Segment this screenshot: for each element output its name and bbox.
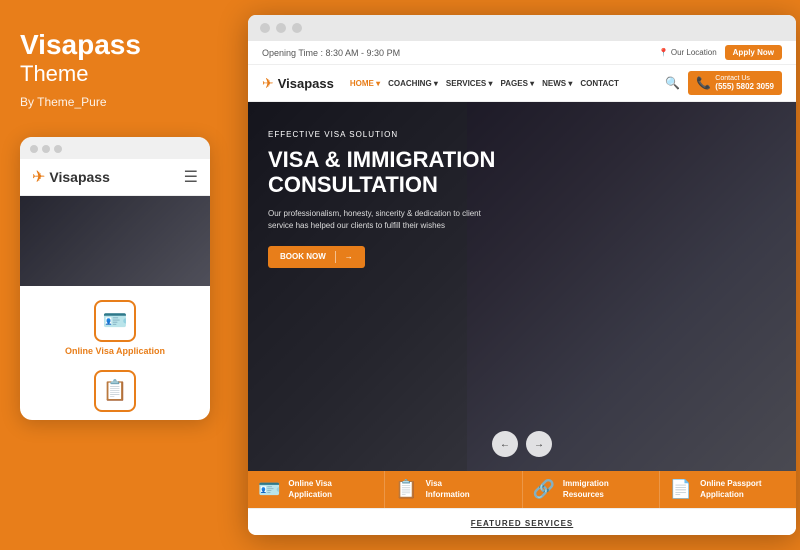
nav-links: HOME ▾ COACHING ▾ SERVICES ▾ PAGES ▾ NEW… bbox=[350, 79, 666, 88]
browser-dot-1 bbox=[260, 23, 270, 33]
mobile-hero-overlay bbox=[20, 196, 210, 286]
dot-2 bbox=[42, 145, 50, 153]
browser-window: Opening Time : 8:30 AM - 9:30 PM 📍 Our L… bbox=[248, 15, 796, 535]
slider-prev-button[interactable]: ← bbox=[492, 431, 518, 457]
brand-title: Visapass bbox=[20, 30, 141, 61]
feature-item-visa-application[interactable]: 🪪 Online VisaApplication bbox=[248, 471, 385, 508]
book-now-button[interactable]: BOOK NOW → bbox=[268, 246, 365, 268]
featured-services-label: FEATURED SERVICES bbox=[471, 519, 574, 528]
btn-divider bbox=[335, 251, 336, 263]
browser-chrome-bar bbox=[248, 15, 796, 41]
nav-link-contact[interactable]: CONTACT bbox=[580, 79, 619, 88]
mobile-window-dots bbox=[20, 137, 210, 159]
mobile-logo-icon: ✈ bbox=[32, 167, 45, 187]
feature-item-passport[interactable]: 📄 Online PassportApplication bbox=[660, 471, 796, 508]
feature-visa-application-text: Online VisaApplication bbox=[288, 479, 332, 500]
visa-application-icon: 🪪 bbox=[258, 479, 280, 500]
nav-logo[interactable]: ✈ Visapass bbox=[262, 75, 334, 92]
hamburger-icon[interactable]: ☰ bbox=[184, 167, 198, 187]
apply-now-button[interactable]: Apply Now bbox=[725, 45, 782, 60]
nav-logo-text: Visapass bbox=[278, 76, 334, 91]
mobile-preview: ✈ Visapass ☰ 🪪 Online Visa Application 📋 bbox=[20, 137, 210, 420]
top-bar-left: Opening Time : 8:30 AM - 9:30 PM bbox=[262, 48, 400, 58]
slider-next-button[interactable]: → bbox=[526, 431, 552, 457]
feature-item-visa-info[interactable]: 📋 VisaInformation bbox=[385, 471, 522, 508]
nav-link-news[interactable]: NEWS ▾ bbox=[542, 79, 572, 88]
feature-bar: 🪪 Online VisaApplication 📋 VisaInformati… bbox=[248, 471, 796, 508]
hero-description: Our professionalism, honesty, sincerity … bbox=[268, 208, 498, 232]
mobile-logo-text: Visapass bbox=[49, 169, 109, 185]
dot-1 bbox=[30, 145, 38, 153]
mobile-list-icon: 📋 bbox=[94, 370, 136, 412]
nav-link-home[interactable]: HOME ▾ bbox=[350, 79, 380, 88]
mobile-logo: ✈ Visapass bbox=[32, 167, 110, 187]
book-arrow-icon: → bbox=[345, 252, 353, 261]
hero-section: EFFECTIVE VISA SOLUTION VISA & IMMIGRATI… bbox=[248, 102, 796, 471]
feature-immigration-text: ImmigrationResources bbox=[563, 479, 609, 500]
mobile-visa-label: Online Visa Application bbox=[65, 346, 165, 356]
browser-dot-3 bbox=[292, 23, 302, 33]
featured-services-bar: FEATURED SERVICES bbox=[248, 508, 796, 535]
nav-logo-plane-icon: ✈ bbox=[262, 75, 274, 92]
mobile-visa-icon: 🪪 bbox=[94, 300, 136, 342]
visa-info-icon: 📋 bbox=[395, 479, 417, 500]
nav-link-coaching[interactable]: COACHING ▾ bbox=[388, 79, 438, 88]
phone-number[interactable]: (555) 5802 3059 bbox=[715, 82, 774, 91]
dot-3 bbox=[54, 145, 62, 153]
contact-label: Contact Us bbox=[715, 75, 774, 82]
feature-visa-info-text: VisaInformation bbox=[426, 479, 470, 500]
hero-title: VISA & IMMIGRATION CONSULTATION bbox=[268, 147, 528, 198]
left-panel: Visapass Theme By Theme_Pure ✈ Visapass … bbox=[0, 0, 230, 550]
book-now-label: BOOK NOW bbox=[280, 252, 326, 261]
location-pin-icon: 📍 bbox=[659, 48, 669, 57]
hero-eyebrow: EFFECTIVE VISA SOLUTION bbox=[268, 130, 776, 139]
nav-link-services[interactable]: SERVICES ▾ bbox=[446, 79, 493, 88]
nav-link-pages[interactable]: PAGES ▾ bbox=[500, 79, 534, 88]
opening-time-text: Opening Time : 8:30 AM - 9:30 PM bbox=[262, 48, 400, 58]
feature-passport-text: Online PassportApplication bbox=[700, 479, 761, 500]
brand-subtitle: Theme bbox=[20, 61, 88, 87]
contact-box: 📞 Contact Us (555) 5802 3059 bbox=[688, 71, 782, 95]
passport-icon: 📄 bbox=[670, 479, 692, 500]
top-info-bar: Opening Time : 8:30 AM - 9:30 PM 📍 Our L… bbox=[248, 41, 796, 65]
top-bar-right: 📍 Our Location Apply Now bbox=[659, 45, 782, 60]
hero-content: EFFECTIVE VISA SOLUTION VISA & IMMIGRATI… bbox=[248, 102, 796, 284]
nav-bar: ✈ Visapass HOME ▾ COACHING ▾ SERVICES ▾ … bbox=[248, 65, 796, 102]
search-icon[interactable]: 🔍 bbox=[665, 76, 680, 90]
browser-dot-2 bbox=[276, 23, 286, 33]
location-text: Our Location bbox=[671, 48, 717, 57]
slider-controls: ← → bbox=[492, 431, 552, 457]
mobile-hero bbox=[20, 196, 210, 286]
mobile-feature-icons: 🪪 Online Visa Application 📋 bbox=[20, 286, 210, 420]
nav-right: 🔍 📞 Contact Us (555) 5802 3059 bbox=[665, 71, 782, 95]
phone-icon: 📞 bbox=[696, 76, 711, 90]
location-link[interactable]: 📍 Our Location bbox=[659, 48, 717, 57]
immigration-icon: 🔗 bbox=[533, 479, 555, 500]
brand-author: By Theme_Pure bbox=[20, 95, 107, 109]
feature-item-immigration[interactable]: 🔗 ImmigrationResources bbox=[523, 471, 660, 508]
mobile-nav-header: ✈ Visapass ☰ bbox=[20, 159, 210, 196]
